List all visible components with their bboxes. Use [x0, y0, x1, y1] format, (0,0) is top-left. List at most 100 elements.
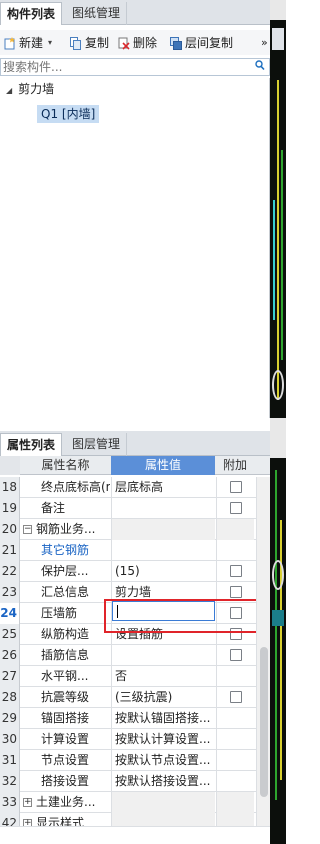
property-name-label: 节点设置	[41, 753, 90, 767]
property-value[interactable]: 按默认搭接设置...	[111, 771, 215, 792]
copy-icon	[70, 36, 82, 50]
property-row[interactable]: 21 其它钢筋	[0, 540, 270, 561]
property-name: 备注	[21, 498, 110, 519]
property-value[interactable]	[111, 645, 215, 666]
tree-node-shear-wall[interactable]: ◢ 剪力墙	[6, 80, 54, 98]
property-value[interactable]	[111, 498, 215, 519]
component-tree: ◢ 剪力墙 Q1 [内墙]	[0, 78, 270, 418]
search-input[interactable]	[1, 59, 241, 75]
chevron-down-icon[interactable]: ▾	[48, 35, 52, 51]
property-grid-scrollbar[interactable]	[256, 477, 270, 827]
property-row[interactable]: 28 抗震等级 (三级抗震)	[0, 687, 270, 708]
property-value[interactable]: 层底标高	[111, 477, 215, 498]
more-icon[interactable]: »	[261, 35, 268, 51]
canvas-teal-block	[272, 610, 284, 626]
extra-cell	[216, 540, 254, 561]
extra-checkbox[interactable]	[230, 607, 242, 619]
expand-icon[interactable]: +	[23, 798, 32, 807]
tab-drawing-management[interactable]: 图纸管理	[66, 2, 128, 25]
property-value[interactable]: (三级抗震)	[111, 687, 215, 708]
property-value[interactable]: 按默认计算设置...	[111, 729, 215, 750]
property-name[interactable]: + 土建业务...	[21, 792, 110, 813]
row-number: 18	[0, 477, 20, 498]
property-value[interactable]	[111, 792, 215, 813]
floor-copy-button[interactable]: 层间复制	[170, 35, 233, 51]
extra-cell	[216, 498, 254, 519]
property-value[interactable]: 按默认节点设置...	[111, 750, 215, 771]
extra-checkbox[interactable]	[230, 586, 242, 598]
extra-cell	[216, 708, 254, 729]
property-value[interactable]	[111, 519, 215, 540]
property-row[interactable]: 26 插筋信息	[0, 645, 270, 666]
extra-cell	[216, 582, 254, 603]
property-row[interactable]: 29 锚固搭接 按默认锚固搭接...	[0, 708, 270, 729]
canvas-circle-marker-2	[272, 560, 284, 590]
property-row[interactable]: 25 纵筋构造 设置插筋	[0, 624, 270, 645]
property-name-label: 纵筋构造	[41, 627, 90, 641]
extra-cell	[216, 477, 254, 498]
extra-checkbox[interactable]	[230, 502, 242, 514]
property-row[interactable]: 31 节点设置 按默认节点设置...	[0, 750, 270, 771]
property-row[interactable]: 27 水平钢... 否	[0, 666, 270, 687]
property-value[interactable]: 否	[111, 666, 215, 687]
collapse-icon[interactable]: −	[23, 525, 32, 534]
property-row[interactable]: 32 搭接设置 按默认搭接设置...	[0, 771, 270, 792]
extra-checkbox[interactable]	[230, 691, 242, 703]
property-list-tabbar: 属性列表 图层管理	[0, 431, 270, 456]
property-name-label: 备注	[41, 501, 66, 515]
row-number: 22	[0, 561, 20, 582]
extra-cell	[216, 792, 254, 813]
property-value[interactable]: (15)	[111, 561, 215, 582]
property-name-label: 钢筋业务...	[36, 522, 96, 536]
property-name: 汇总信息	[21, 582, 110, 603]
row-number: 33	[0, 792, 20, 813]
property-row[interactable]: 18 终点底标高(m)层底标高	[0, 477, 270, 498]
property-row[interactable]: 30 计算设置 按默认计算设置...	[0, 729, 270, 750]
new-icon	[4, 36, 16, 50]
property-value[interactable]: 设置插筋	[111, 624, 215, 645]
tree-node-q1[interactable]: Q1 [内墙]	[37, 105, 100, 123]
property-name: 其它钢筋	[21, 540, 110, 561]
property-value[interactable]	[111, 540, 215, 561]
property-row[interactable]: 23 汇总信息 剪力墙	[0, 582, 270, 603]
extra-checkbox[interactable]	[230, 649, 242, 661]
collapse-triangle-icon[interactable]: ◢	[6, 86, 12, 95]
drawing-canvas-edge[interactable]	[270, 0, 286, 844]
property-row[interactable]: 33 + 土建业务...	[0, 792, 270, 813]
tab-component-list[interactable]: 构件列表	[0, 2, 63, 25]
property-row[interactable]: 22 保护层... (15)	[0, 561, 270, 582]
text-caret	[117, 605, 118, 618]
property-name[interactable]: − 钢筋业务...	[21, 519, 110, 540]
extra-cell	[216, 624, 254, 645]
property-value[interactable]: 剪力墙	[111, 582, 215, 603]
extra-checkbox[interactable]	[230, 628, 242, 640]
row-number: 25	[0, 624, 20, 645]
search-icon[interactable]	[255, 60, 265, 74]
copy-button[interactable]: 复制	[70, 35, 109, 51]
property-name: 抗震等级	[21, 687, 110, 708]
delete-button[interactable]: 删除	[118, 35, 157, 51]
tab-layer-management[interactable]: 图层管理	[66, 433, 128, 456]
row-number: 26	[0, 645, 20, 666]
canvas-close-area	[270, 0, 286, 20]
extra-cell	[216, 729, 254, 750]
new-button[interactable]: 新建 ▾	[4, 35, 52, 51]
tab-property-list[interactable]: 属性列表	[0, 433, 63, 456]
scrollbar-thumb[interactable]	[260, 647, 268, 797]
row-number: 27	[0, 666, 20, 687]
extra-cell	[216, 666, 254, 687]
extra-checkbox[interactable]	[230, 481, 242, 493]
property-name-label: 压墙筋	[41, 606, 78, 620]
property-row[interactable]: 19 备注	[0, 498, 270, 519]
extra-cell	[216, 687, 254, 708]
component-toolbar: 新建 ▾ 复制 删除 层间复制 »	[0, 30, 270, 55]
canvas-green-line-2	[275, 470, 277, 800]
property-row[interactable]: 20− 钢筋业务...	[0, 519, 270, 540]
extra-checkbox[interactable]	[230, 565, 242, 577]
property-name: 纵筋构造	[21, 624, 110, 645]
wall-rebar-value-input[interactable]	[112, 601, 215, 621]
property-name-label: 其它钢筋	[41, 543, 90, 557]
property-value[interactable]: 按默认锚固搭接...	[111, 708, 215, 729]
property-name: 插筋信息	[21, 645, 110, 666]
property-name: 节点设置	[21, 750, 110, 771]
